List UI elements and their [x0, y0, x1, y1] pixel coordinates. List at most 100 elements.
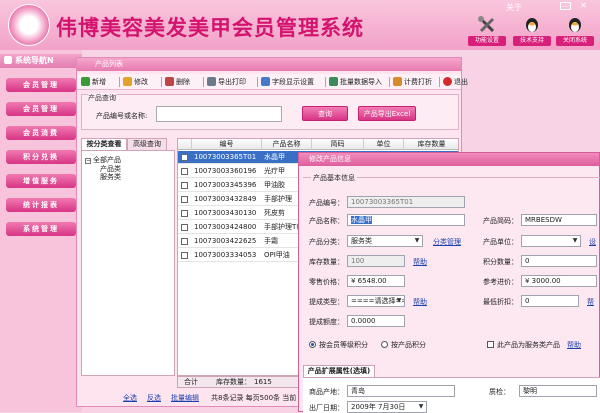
column-header[interactable]: 单位: [364, 139, 404, 150]
product-name-label: 产品名称：: [309, 217, 344, 225]
tree-item-services[interactable]: 服务类: [100, 172, 121, 182]
minimize-button[interactable]: —: [560, 2, 571, 10]
exit-label: 退出: [454, 78, 468, 86]
service-product-checkbox[interactable]: [487, 341, 494, 348]
short-code-field[interactable]: MRBESDW: [521, 214, 597, 226]
stock-field[interactable]: 100: [347, 255, 405, 267]
app-logo: [8, 4, 50, 46]
sidebar-item-1[interactable]: 会员管理: [6, 78, 76, 92]
export-print-button[interactable]: 导出打印: [207, 76, 246, 88]
commission-type-select[interactable]: ====请选择===▼: [347, 295, 405, 307]
column-header[interactable]: 简码: [312, 139, 364, 150]
delete-button[interactable]: 删除: [165, 76, 190, 88]
row-checkbox[interactable]: [181, 224, 188, 231]
search-button[interactable]: 查询: [302, 106, 348, 121]
service-product-label: 此产品为服务类产品: [497, 341, 560, 349]
paging-info: 共8条记录 每页500条 当前: [211, 394, 297, 402]
tree-root-label: 全部产品: [93, 156, 121, 164]
billing-discount-button[interactable]: 计费打折: [393, 76, 432, 88]
grid-select-column: [178, 139, 192, 150]
field-display-button[interactable]: 字段显示设置: [261, 76, 314, 88]
product-name-field[interactable]: 水晶甲: [347, 214, 465, 226]
batch-import-button[interactable]: 批量数据导入: [329, 76, 382, 88]
sidebar-item-3[interactable]: 会员消费: [6, 126, 76, 140]
manufacture-date-picker[interactable]: 2009年 7月30日 ▼: [347, 401, 427, 413]
points-field[interactable]: 0: [521, 255, 597, 267]
chevron-down-icon: ▼: [414, 237, 420, 244]
unit-select[interactable]: ▼: [521, 235, 581, 247]
category-label: 产品分类：: [309, 238, 344, 246]
batch-edit-link[interactable]: 批量编辑: [171, 390, 199, 406]
ref-price-field[interactable]: ¥ 3000.00: [521, 275, 597, 287]
qq-penguin-icon[interactable]: [564, 16, 586, 33]
close-window-button[interactable]: ✕: [578, 2, 589, 10]
commission-help-link[interactable]: 帮助: [413, 297, 427, 307]
unit-label: 产品单位：: [483, 238, 518, 246]
origin-field[interactable]: 青岛: [347, 385, 455, 397]
quality-field[interactable]: 黎明: [519, 385, 597, 397]
about-link[interactable]: 关于: [506, 2, 522, 13]
discount-help-link[interactable]: 帮: [587, 297, 594, 307]
settings-button[interactable]: 功能设置: [468, 36, 506, 46]
grid-header: 编号 产品名称 简码 单位 库存数量: [178, 139, 458, 150]
query-input[interactable]: [156, 106, 282, 122]
row-checkbox[interactable]: [181, 182, 188, 189]
nav-icon: [4, 56, 12, 64]
category-manage-link[interactable]: 分类管理: [433, 237, 461, 247]
tech-support-button[interactable]: 技术支持: [513, 36, 551, 46]
product-no-label: 产品编号：: [309, 199, 344, 207]
commission-amount-field[interactable]: 0.0000: [347, 315, 405, 327]
edit-product-dialog: 修改产品信息 产品基本信息 产品编号： 10073003365T01 产品名称：…: [298, 152, 600, 413]
printer-icon: [207, 77, 216, 86]
row-checkbox[interactable]: [181, 168, 188, 175]
points-by-product-radio[interactable]: [381, 341, 388, 348]
unit-setting-link[interactable]: 设: [589, 237, 596, 247]
sidebar-item-5[interactable]: 增值服务: [6, 174, 76, 188]
row-checkbox[interactable]: [181, 210, 188, 217]
toolbar-separator: [389, 77, 390, 87]
exit-button[interactable]: 退出: [443, 76, 468, 88]
sidebar-title: 系统导航N: [0, 54, 82, 68]
column-header[interactable]: 产品名称: [262, 139, 312, 150]
retail-price-field[interactable]: ¥ 6548.00: [347, 275, 405, 287]
edit-button[interactable]: 修改: [123, 76, 148, 88]
select-all-link[interactable]: 全选: [123, 390, 137, 406]
export-excel-button[interactable]: 产品导出Excel: [358, 106, 416, 121]
row-checkbox[interactable]: [181, 238, 188, 245]
category-select[interactable]: 服务类 ▼: [347, 235, 423, 247]
points-help-link[interactable]: 帮助: [567, 340, 581, 350]
collapse-icon[interactable]: −: [85, 158, 91, 164]
row-checkbox[interactable]: [181, 154, 188, 161]
points-by-level-radio[interactable]: [309, 341, 316, 348]
stock-help-link[interactable]: 帮助: [413, 257, 427, 267]
invert-selection-link[interactable]: 反选: [147, 390, 161, 406]
tab-advanced-query[interactable]: 高级查询: [127, 138, 167, 150]
sidebar-item-7[interactable]: 系统管理: [6, 222, 76, 236]
product-no-field[interactable]: 10073003365T01: [347, 196, 465, 208]
row-checkbox[interactable]: [181, 196, 188, 203]
tools-icon[interactable]: [476, 16, 498, 33]
sidebar-item-4[interactable]: 积分兑换: [6, 150, 76, 164]
column-header[interactable]: 编号: [192, 139, 262, 150]
extended-attributes-panel: 商品产地： 青岛 质检： 黎明 出厂日期： 2009年 7月30日 ▼: [303, 377, 600, 413]
origin-label: 商品产地：: [309, 388, 344, 396]
toolbar-separator: [119, 77, 120, 87]
add-button[interactable]: 新增: [81, 76, 106, 88]
toolbar-separator: [161, 77, 162, 87]
toolbar-separator: [325, 77, 326, 87]
points-label: 积分数量：: [483, 258, 518, 266]
toolbar: 新增 修改 删除 导出打印 字段显示设置 批量数据导入 计费打折 退出: [77, 74, 468, 90]
manufacture-date-value: 2009年 7月30日: [351, 403, 406, 411]
stock-label: 库存数量：: [309, 258, 344, 266]
column-header[interactable]: 库存数量: [404, 139, 458, 150]
tab-extended-attributes[interactable]: 产品扩展属性(选填): [303, 365, 375, 377]
qq-penguin-icon[interactable]: [521, 16, 543, 33]
min-discount-field[interactable]: 0: [521, 295, 579, 307]
exit-system-button[interactable]: 关闭系统: [556, 36, 594, 46]
summary-label: 合计: [184, 378, 198, 386]
tab-by-category[interactable]: 按分类查看: [81, 138, 127, 150]
row-checkbox[interactable]: [181, 252, 188, 259]
commission-amount-label: 提成额度：: [309, 318, 344, 326]
sidebar-item-2[interactable]: 会员管理: [6, 102, 76, 116]
sidebar-item-6[interactable]: 统计报表: [6, 198, 76, 212]
